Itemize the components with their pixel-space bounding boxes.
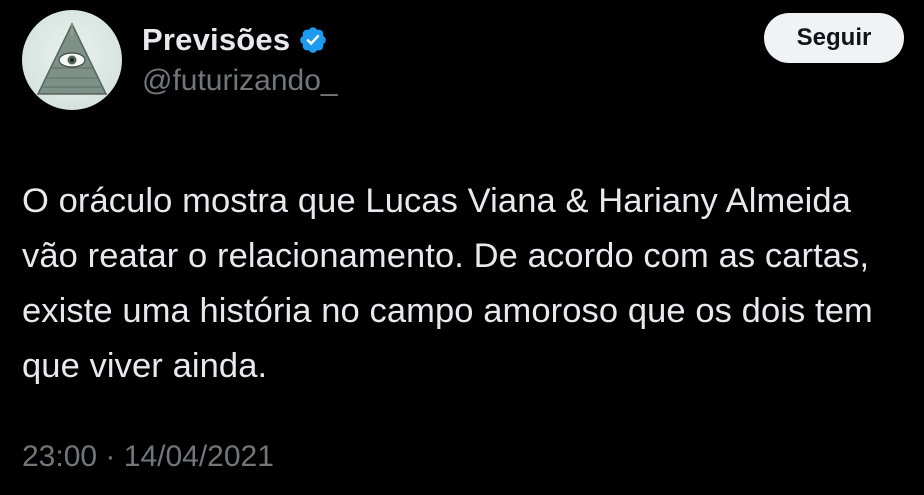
timestamp-separator: · [105,440,116,473]
tweet-card: Previsões @futurizando_ Seguir O oráculo… [0,0,924,495]
author-identity: Previsões @futurizando_ [142,20,642,98]
follow-button[interactable]: Seguir [764,13,904,63]
verified-badge-icon[interactable] [298,25,328,55]
tweet-timestamp[interactable]: 23:00 · 14/04/2021 [22,440,274,474]
author-handle[interactable]: @futurizando_ [142,64,642,98]
avatar[interactable] [22,10,122,110]
tweet-time: 23:00 [22,440,98,473]
tweet-date: 14/04/2021 [123,440,274,473]
tweet-text: O oráculo mostra que Lucas Viana & Haria… [22,182,873,385]
eye-of-providence-icon [36,22,108,95]
author-display-name[interactable]: Previsões [142,22,290,58]
name-row: Previsões [142,20,642,60]
tweet-header: Previsões @futurizando_ Seguir [22,10,904,114]
